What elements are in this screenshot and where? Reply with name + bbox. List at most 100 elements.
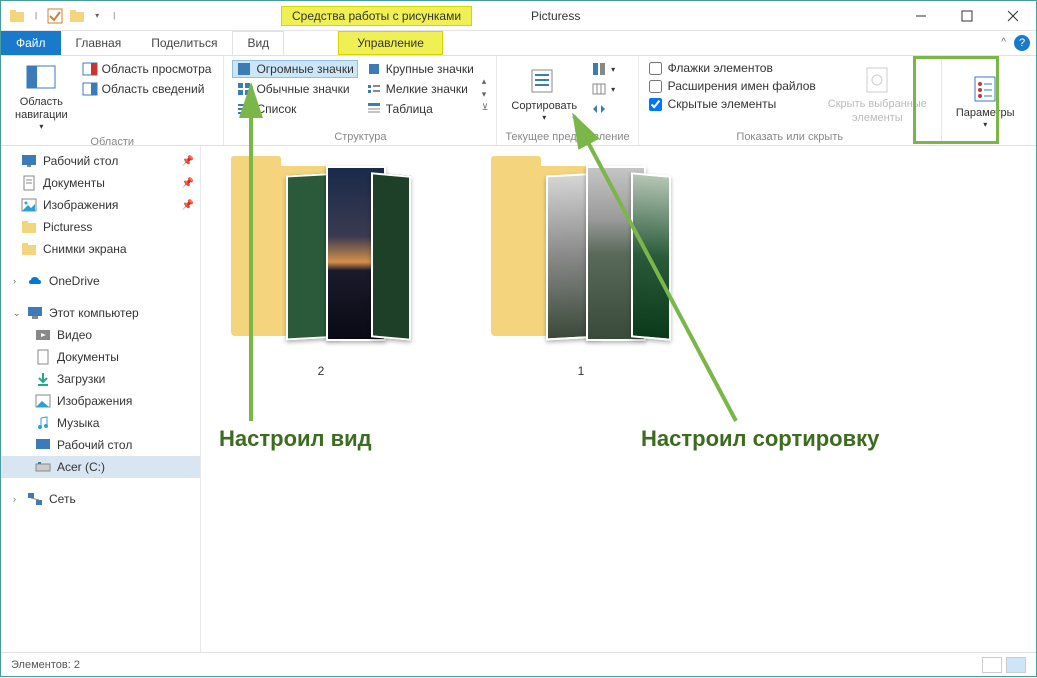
size-columns-button[interactable] (587, 100, 619, 118)
tree-item-network[interactable]: › Сеть (1, 488, 200, 510)
options-button[interactable]: Параметры ▾ (950, 60, 1021, 143)
qat-separator: | (31, 11, 41, 20)
list-button[interactable]: Список (232, 100, 357, 118)
extra-large-icons-button[interactable]: Огромные значки (232, 60, 357, 78)
tree-label: OneDrive (49, 274, 100, 288)
minimize-button[interactable] (898, 1, 944, 31)
tab-view[interactable]: Вид (232, 31, 284, 55)
tree-label: Видео (57, 328, 92, 342)
maximize-button[interactable] (944, 1, 990, 31)
hidden-items-label: Скрытые элементы (668, 97, 777, 111)
folder-icon (9, 8, 25, 24)
group-by-button[interactable]: ▾ (587, 60, 619, 78)
pictures-icon (35, 393, 51, 409)
onedrive-icon (27, 273, 43, 289)
view-large-icons-icon[interactable] (1006, 657, 1026, 673)
quick-access-toolbar: | ▾ | (1, 8, 119, 24)
ribbon-group-layout: Огромные значки Обычные значки Список Кр… (224, 56, 497, 145)
layout-scroll-up-icon[interactable]: ▴ (482, 76, 489, 87)
tree-label: Документы (57, 350, 119, 364)
ribbon-tabs: Файл Главная Поделиться Вид Управление ^… (1, 31, 1036, 56)
video-icon (35, 327, 51, 343)
hide-selected-label: Скрыть выбранные элементы (828, 98, 927, 124)
tree-item-music[interactable]: Музыка (1, 412, 200, 434)
tree-label: Изображения (57, 394, 132, 408)
tree-item-acer-c[interactable]: Acer (C:) (1, 456, 200, 478)
options-label: Параметры (956, 107, 1015, 120)
extra-large-icons-label: Огромные значки (256, 62, 353, 76)
desktop-icon (21, 153, 37, 169)
status-item-count: Элементов: 2 (11, 659, 80, 671)
tree-item-desktop[interactable]: Рабочий стол📌 (1, 150, 200, 172)
expand-icon[interactable]: › (13, 276, 21, 286)
pin-icon: 📌 (182, 178, 194, 189)
tree-item-onedrive[interactable]: › OneDrive (1, 270, 200, 292)
tree-item-screenshots[interactable]: Снимки экрана (1, 238, 200, 260)
help-icon[interactable]: ? (1014, 35, 1030, 51)
folder-item-1[interactable]: 1 (481, 156, 681, 378)
ribbon-group-regions: Область навигации ▾ Область просмотра Об… (1, 56, 224, 145)
tab-manage[interactable]: Управление (338, 31, 443, 55)
close-button[interactable] (990, 1, 1036, 31)
tree-item-documents-pc[interactable]: Документы (1, 346, 200, 368)
tree-item-desktop-pc[interactable]: Рабочий стол (1, 434, 200, 456)
desktop-icon (35, 437, 51, 453)
folder-small-icon[interactable] (69, 8, 85, 24)
sort-by-button[interactable]: Сортировать ▾ (505, 60, 583, 129)
tree-label: Рабочий стол (57, 438, 132, 452)
tree-item-pictures[interactable]: Изображения📌 (1, 194, 200, 216)
content-area: Рабочий стол📌 Документы 📌 Изображения📌 Pi… (1, 146, 1036, 652)
folder-name: 2 (318, 364, 325, 378)
collapse-ribbon-icon[interactable]: ^ (1001, 37, 1006, 48)
add-columns-button[interactable]: ▾ (587, 80, 619, 98)
qat-dropdown-icon[interactable]: ▾ (91, 11, 103, 20)
tree-label: Снимки экрана (43, 242, 127, 256)
document-icon (35, 349, 51, 365)
window-title: Picturess (531, 9, 580, 23)
tree-label: Загрузки (57, 372, 105, 386)
view-details-icon[interactable] (982, 657, 1002, 673)
hide-selected-button: Скрыть выбранные элементы (822, 60, 933, 129)
tree-item-this-pc[interactable]: ⌄ Этот компьютер (1, 302, 200, 324)
folder-view[interactable]: 2 1 (201, 146, 1036, 652)
small-icons-button[interactable]: Мелкие значки (362, 80, 478, 98)
tree-item-pictures-pc[interactable]: Изображения (1, 390, 200, 412)
folder-thumbnail (231, 156, 411, 356)
ribbon-group-regions-label: Области (9, 134, 215, 148)
large-icons-label: Крупные значки (386, 62, 474, 76)
large-icons-button[interactable]: Крупные значки (362, 60, 478, 78)
tab-file[interactable]: Файл (1, 31, 61, 55)
tree-item-picturess[interactable]: Picturess (1, 216, 200, 238)
hidden-items-checkbox[interactable]: Скрытые элементы (647, 96, 818, 112)
ribbon-group-show-label: Показать или скрыть (647, 129, 933, 143)
navigation-pane-label: Область навигации (15, 96, 68, 122)
tree-item-documents[interactable]: Документы 📌 (1, 172, 200, 194)
tree-item-videos[interactable]: Видео (1, 324, 200, 346)
folder-item-2[interactable]: 2 (221, 156, 421, 378)
tree-item-downloads[interactable]: Загрузки (1, 368, 200, 390)
expand-icon[interactable]: ⌄ (13, 308, 21, 319)
navigation-pane-button[interactable]: Область навигации ▾ (9, 60, 74, 134)
item-checkboxes-checkbox[interactable]: Флажки элементов (647, 60, 818, 76)
details-button[interactable]: Таблица (362, 100, 478, 118)
tab-share[interactable]: Поделиться (136, 31, 232, 55)
medium-icons-button[interactable]: Обычные значки (232, 80, 357, 98)
folder-icon (21, 241, 37, 257)
tree-label: Документы (43, 176, 105, 190)
ribbon-group-sort-label: Текущее представление (505, 129, 629, 143)
preview-pane-button[interactable]: Область просмотра (78, 60, 216, 78)
file-extensions-checkbox[interactable]: Расширения имен файлов (647, 78, 818, 94)
navigation-tree[interactable]: Рабочий стол📌 Документы 📌 Изображения📌 Pi… (1, 146, 201, 652)
expand-icon[interactable]: › (13, 494, 21, 504)
tab-home[interactable]: Главная (61, 31, 137, 55)
details-pane-button[interactable]: Область сведений (78, 80, 216, 98)
small-icons-label: Мелкие значки (386, 82, 468, 96)
list-label: Список (256, 102, 296, 116)
folder-thumbnail (491, 156, 671, 356)
checkbox-icon[interactable] (47, 8, 63, 24)
ribbon-group-show: Флажки элементов Расширения имен файлов … (639, 56, 942, 145)
download-icon (35, 371, 51, 387)
layout-expand-icon[interactable]: ⊻ (482, 102, 489, 113)
qat-separator: | (109, 11, 119, 20)
layout-scroll-down-icon[interactable]: ▾ (482, 89, 489, 100)
